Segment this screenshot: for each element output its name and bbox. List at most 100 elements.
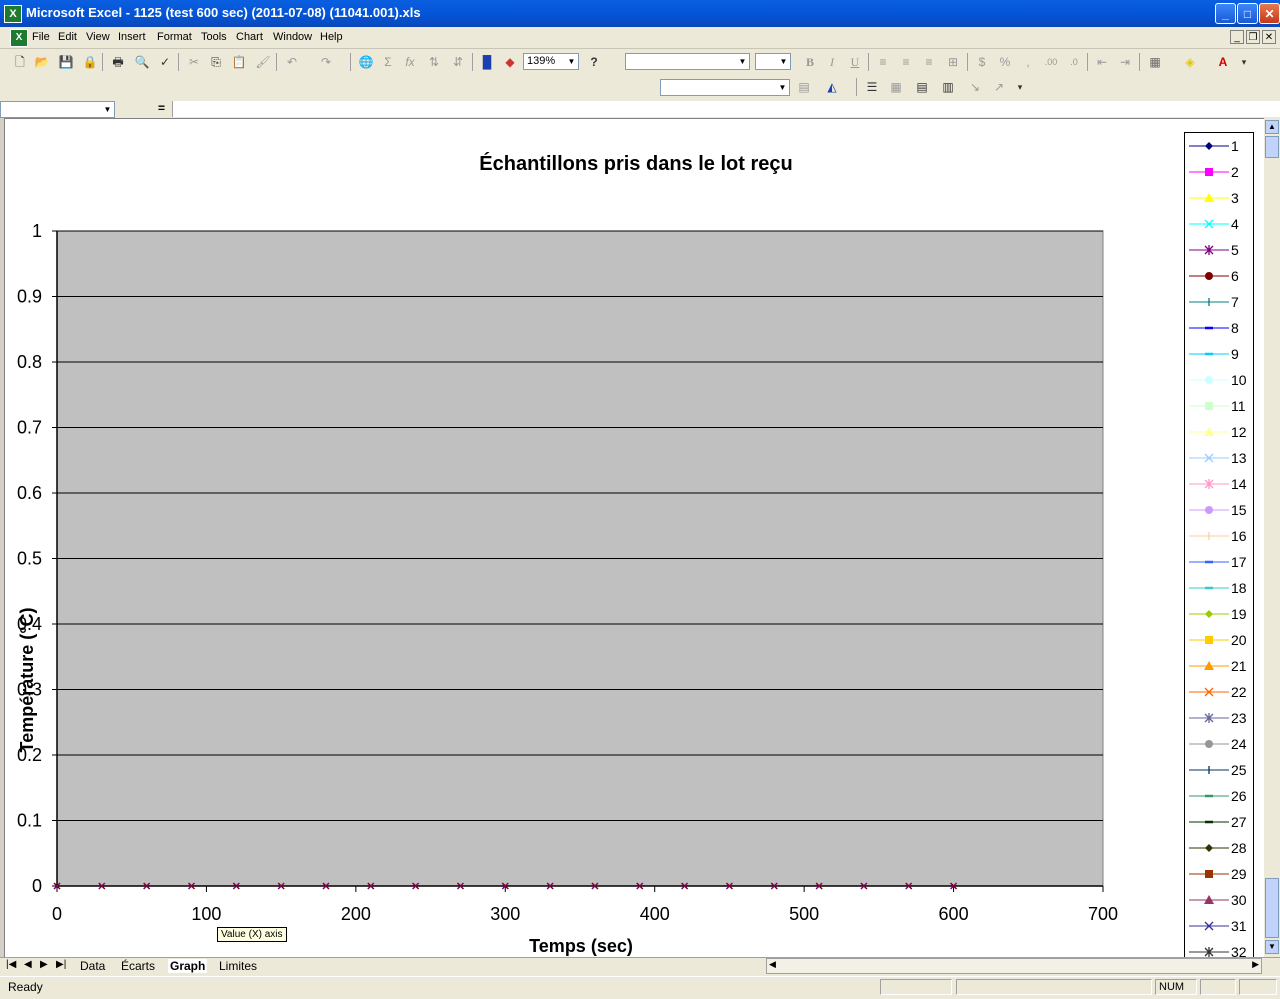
legend-entry[interactable]: 29	[1185, 861, 1253, 887]
tab-data[interactable]: Data	[80, 959, 105, 973]
legend-entry[interactable]: 1	[1185, 133, 1253, 159]
scroll-left-icon[interactable]: ◀	[769, 959, 776, 970]
underline-icon[interactable]: U	[845, 52, 865, 72]
maximize-button[interactable]: □	[1237, 3, 1258, 24]
chevron-down-icon[interactable]: ▼	[101, 102, 114, 117]
function-icon[interactable]: fx	[400, 52, 420, 72]
font-name-combo[interactable]: ▼	[625, 53, 750, 70]
legend-entry[interactable]: 26	[1185, 783, 1253, 809]
doc-close-button[interactable]: ✕	[1262, 30, 1276, 44]
by-row-icon[interactable]: ▤	[912, 77, 932, 97]
hyperlink-icon[interactable]: 🌐	[356, 52, 376, 72]
menu-edit[interactable]: Edit	[58, 31, 77, 43]
menu-window[interactable]: Window	[273, 31, 312, 43]
align-left-icon[interactable]: ≡	[873, 52, 893, 72]
save-icon[interactable]: 💾	[56, 52, 76, 72]
font-size-combo[interactable]: ▼	[755, 53, 791, 70]
legend-entry[interactable]: 15	[1185, 497, 1253, 523]
tab-ecarts[interactable]: Écarts	[121, 959, 155, 973]
comma-icon[interactable]: ,	[1018, 52, 1038, 72]
legend-entry[interactable]: 27	[1185, 809, 1253, 835]
cut-icon[interactable]: ✂	[184, 52, 204, 72]
print-icon[interactable]: 🖶	[108, 52, 128, 72]
bold-icon[interactable]: B	[800, 52, 820, 72]
tab-limites[interactable]: Limites	[219, 959, 257, 973]
scroll-thumb[interactable]	[1265, 136, 1279, 158]
legend-entry[interactable]: 11	[1185, 393, 1253, 419]
by-column-icon[interactable]: ▥	[938, 77, 958, 97]
legend-entry[interactable]: 21	[1185, 653, 1253, 679]
legend-entry[interactable]: 28	[1185, 835, 1253, 861]
autosum-icon[interactable]: Σ	[378, 52, 398, 72]
currency-icon[interactable]: $	[972, 52, 992, 72]
redo-icon[interactable]: ↷	[316, 52, 336, 72]
open-icon[interactable]: 📂	[32, 52, 52, 72]
menu-insert[interactable]: Insert	[118, 31, 146, 43]
doc-restore-button[interactable]: ❐	[1246, 30, 1260, 44]
format-object-icon[interactable]: ▤	[794, 77, 814, 97]
sort-descending-icon[interactable]: ⇵	[448, 52, 468, 72]
x-axis-title[interactable]: Temps (sec)	[529, 936, 633, 956]
chart-objects-combo[interactable]: ▼	[660, 79, 790, 96]
chart-type-icon[interactable]: ◭	[822, 77, 842, 97]
angle-text-up-icon[interactable]: ↗	[989, 77, 1009, 97]
print-preview-icon[interactable]: 🔍	[132, 52, 152, 72]
sort-ascending-icon[interactable]: ⇅	[424, 52, 444, 72]
legend-entry[interactable]: 9	[1185, 341, 1253, 367]
legend-entry[interactable]: 18	[1185, 575, 1253, 601]
doc-minimize-button[interactable]: _	[1230, 30, 1244, 44]
formula-input[interactable]	[172, 101, 1280, 117]
format-painter-icon[interactable]: 🖌	[253, 52, 273, 72]
toolbar-options-icon[interactable]: ▾	[1234, 52, 1254, 72]
legend-entry[interactable]: 3	[1185, 185, 1253, 211]
fill-color-icon[interactable]: ◈	[1180, 52, 1200, 72]
name-box[interactable]: ▼	[0, 101, 115, 118]
legend-entry[interactable]: 31	[1185, 913, 1253, 939]
toolbar-options-icon[interactable]: ▾	[1010, 77, 1030, 97]
legend-entry[interactable]: 19	[1185, 601, 1253, 627]
borders-icon[interactable]: ▦	[1145, 52, 1165, 72]
next-sheet-icon[interactable]: ▶	[40, 959, 48, 970]
font-color-icon[interactable]: A	[1213, 52, 1233, 72]
decrease-decimal-icon[interactable]: .0	[1064, 52, 1084, 72]
close-button[interactable]: ✕	[1259, 3, 1280, 24]
legend-entry[interactable]: 24	[1185, 731, 1253, 757]
legend-entry[interactable]: 6	[1185, 263, 1253, 289]
chart[interactable]: Échantillons pris dans le lot reçu 0 0.1 0…	[0, 118, 1184, 957]
legend-entry[interactable]: 12	[1185, 419, 1253, 445]
zoom-combo[interactable]: 139% ▼	[523, 53, 579, 70]
chart-legend[interactable]: 1 2 3 4 5 6 7 8 9 10 11 12 13 14 15 16 17 18 19 20 21 22 23 24 2…	[1184, 132, 1254, 960]
align-center-icon[interactable]: ≡	[896, 52, 916, 72]
legend-entry[interactable]: 16	[1185, 523, 1253, 549]
legend-entry[interactable]: 25	[1185, 757, 1253, 783]
menu-format[interactable]: Format	[157, 31, 192, 43]
menu-help[interactable]: Help	[320, 31, 343, 43]
vertical-scrollbar[interactable]: ▲ ▼	[1264, 118, 1280, 957]
scroll-down-icon[interactable]: ▼	[1265, 940, 1279, 954]
minimize-button[interactable]: _	[1215, 3, 1236, 24]
merge-center-icon[interactable]: ⊞	[943, 52, 963, 72]
tab-graph[interactable]: Graph	[168, 959, 208, 973]
decrease-indent-icon[interactable]: ⇤	[1092, 52, 1112, 72]
legend-entry[interactable]: 22	[1185, 679, 1253, 705]
permission-icon[interactable]: 🔒	[80, 52, 100, 72]
legend-entry[interactable]: 20	[1185, 627, 1253, 653]
legend-entry[interactable]: 23	[1185, 705, 1253, 731]
angle-text-down-icon[interactable]: ↘	[965, 77, 985, 97]
y-axis-title[interactable]: Température (°C)	[17, 608, 37, 753]
chart-wizard-icon[interactable]: ▐▌	[477, 52, 497, 72]
chevron-down-icon[interactable]: ▼	[565, 54, 578, 69]
last-sheet-icon[interactable]: ▶|	[56, 959, 66, 970]
spelling-icon[interactable]: ✓	[155, 52, 175, 72]
legend-entry[interactable]: 30	[1185, 887, 1253, 913]
align-right-icon[interactable]: ≡	[919, 52, 939, 72]
increase-indent-icon[interactable]: ⇥	[1115, 52, 1135, 72]
legend-entry[interactable]: 7	[1185, 289, 1253, 315]
legend-entry[interactable]: 2	[1185, 159, 1253, 185]
document-icon[interactable]: X	[10, 29, 28, 47]
legend-icon[interactable]: ☰	[862, 77, 882, 97]
legend-entry[interactable]: 14	[1185, 471, 1253, 497]
horizontal-scrollbar[interactable]: ◀ ▶	[766, 958, 1262, 974]
legend-entry[interactable]: 5	[1185, 237, 1253, 263]
scroll-right-icon[interactable]: ▶	[1252, 959, 1259, 970]
